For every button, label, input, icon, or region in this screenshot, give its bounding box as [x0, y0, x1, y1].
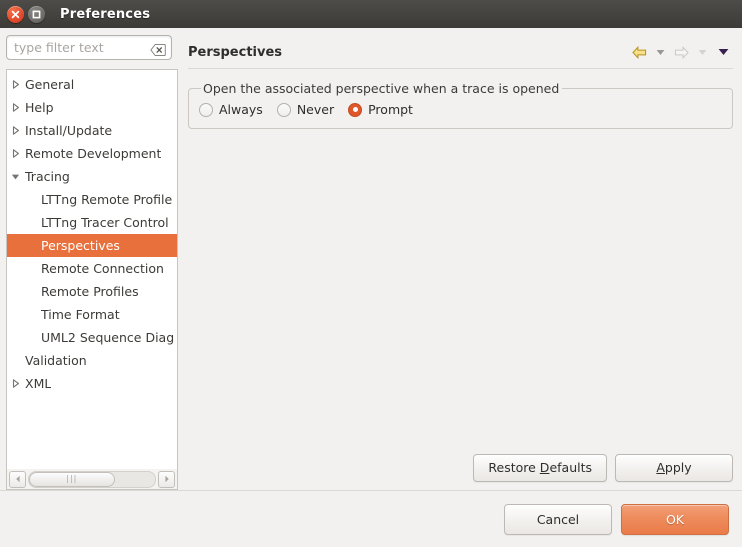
- view-menu-dropdown-icon[interactable]: [714, 43, 733, 61]
- tree-item-lttng-remote-profile[interactable]: LTTng Remote Profile: [7, 188, 177, 211]
- tree-horizontal-scrollbar[interactable]: |||: [6, 469, 178, 490]
- radio-always[interactable]: Always: [199, 102, 263, 117]
- clear-filter-icon[interactable]: [150, 41, 166, 56]
- search-input[interactable]: [7, 36, 171, 59]
- tree-item-remote-connection[interactable]: Remote Connection: [7, 257, 177, 280]
- page-title: Perspectives: [188, 44, 283, 60]
- radio-prompt[interactable]: Prompt: [348, 102, 413, 117]
- tree-item-remote-profiles[interactable]: Remote Profiles: [7, 280, 177, 303]
- radio-label: Prompt: [368, 102, 413, 117]
- tree-item-label: Validation: [25, 353, 87, 368]
- cancel-button[interactable]: Cancel: [504, 503, 612, 535]
- chevron-right-icon[interactable]: [7, 103, 24, 112]
- forward-history-dropdown-icon: [693, 43, 712, 61]
- forward-arrow-icon: [672, 43, 691, 61]
- restore-defaults-button[interactable]: Restore Defaults: [473, 454, 607, 482]
- tree-item-time-format[interactable]: Time Format: [7, 303, 177, 326]
- tree-item-remote-development[interactable]: Remote Development: [7, 142, 177, 165]
- tree-item-install-update[interactable]: Install/Update: [7, 119, 177, 142]
- perspective-group-legend: Open the associated perspective when a t…: [203, 81, 560, 96]
- preference-page: Perspectives Open the associated perspec…: [178, 28, 742, 490]
- dialog-body: General Help Install/Update Remote Devel…: [0, 28, 742, 490]
- scroll-right-icon[interactable]: [158, 470, 175, 488]
- page-header: Perspectives: [188, 28, 733, 68]
- chevron-right-icon[interactable]: [7, 379, 24, 388]
- tree-item-general[interactable]: General: [7, 73, 177, 96]
- preferences-sidebar: General Help Install/Update Remote Devel…: [0, 28, 178, 490]
- maximize-icon[interactable]: [28, 5, 45, 23]
- back-arrow-icon[interactable]: [630, 43, 649, 61]
- tree-item-label: Remote Connection: [41, 261, 164, 276]
- preferences-tree[interactable]: General Help Install/Update Remote Devel…: [6, 69, 178, 469]
- tree-item-label: LTTng Tracer Control: [41, 215, 169, 230]
- page-content: Open the associated perspective when a t…: [188, 69, 733, 454]
- tree-item-label: Remote Development: [25, 146, 162, 161]
- chevron-right-icon[interactable]: [7, 149, 24, 158]
- radio-indicator-selected[interactable]: [348, 102, 363, 117]
- perspective-group: Open the associated perspective when a t…: [188, 81, 733, 129]
- tree-items: General Help Install/Update Remote Devel…: [7, 70, 177, 395]
- filter-box[interactable]: [6, 35, 172, 60]
- scroll-left-icon[interactable]: [9, 470, 26, 488]
- apply-label: Apply: [656, 460, 692, 475]
- filter-area: [6, 35, 178, 60]
- chevron-right-icon[interactable]: [7, 80, 24, 89]
- tree-item-tracing[interactable]: Tracing: [7, 165, 177, 188]
- back-history-dropdown-icon[interactable]: [651, 43, 670, 61]
- radio-indicator[interactable]: [276, 102, 291, 117]
- tree-item-perspectives[interactable]: Perspectives: [7, 234, 177, 257]
- title-bar: Preferences: [0, 0, 742, 28]
- tree-item-label: Install/Update: [25, 123, 113, 138]
- tree-item-label: Tracing: [25, 169, 70, 184]
- tree-item-label: Perspectives: [41, 238, 120, 253]
- ok-button[interactable]: OK: [621, 503, 729, 535]
- radio-label: Always: [219, 102, 263, 117]
- page-navigation-toolbar: [630, 43, 733, 61]
- apply-button[interactable]: Apply: [615, 454, 733, 482]
- tree-item-label: General: [25, 77, 75, 92]
- tree-item-label: XML: [25, 376, 52, 391]
- tree-item-label: LTTng Remote Profile: [41, 192, 173, 207]
- page-action-buttons: Restore Defaults Apply: [188, 454, 733, 490]
- scrollbar-thumb[interactable]: |||: [29, 471, 115, 487]
- chevron-right-icon[interactable]: [7, 126, 24, 135]
- tree-item-uml2-sequence-diagram[interactable]: UML2 Sequence Diag: [7, 326, 177, 349]
- tree-item-label: Time Format: [41, 307, 120, 322]
- tree-item-lttng-tracer-control[interactable]: LTTng Tracer Control: [7, 211, 177, 234]
- tree-item-label: Remote Profiles: [41, 284, 139, 299]
- window-title: Preferences: [60, 6, 151, 22]
- tree-item-validation[interactable]: Validation: [7, 349, 177, 372]
- radio-never[interactable]: Never: [276, 102, 335, 117]
- restore-defaults-label: Restore Defaults: [488, 460, 592, 475]
- perspective-radio-group: Always Never Prompt: [199, 100, 722, 117]
- chevron-down-icon[interactable]: [7, 173, 24, 181]
- close-icon[interactable]: [7, 5, 24, 23]
- scrollbar-grip: |||: [66, 474, 78, 483]
- radio-label: Never: [296, 102, 335, 117]
- scrollbar-track[interactable]: |||: [28, 470, 156, 488]
- tree-item-label: Help: [25, 100, 54, 115]
- dialog-footer: Cancel OK: [0, 491, 742, 547]
- tree-item-xml[interactable]: XML: [7, 372, 177, 395]
- radio-indicator[interactable]: [199, 102, 213, 117]
- preferences-dialog: Preferences type filter text General Hel…: [0, 0, 742, 547]
- tree-item-help[interactable]: Help: [7, 96, 177, 119]
- tree-item-label: UML2 Sequence Diag: [41, 330, 175, 345]
